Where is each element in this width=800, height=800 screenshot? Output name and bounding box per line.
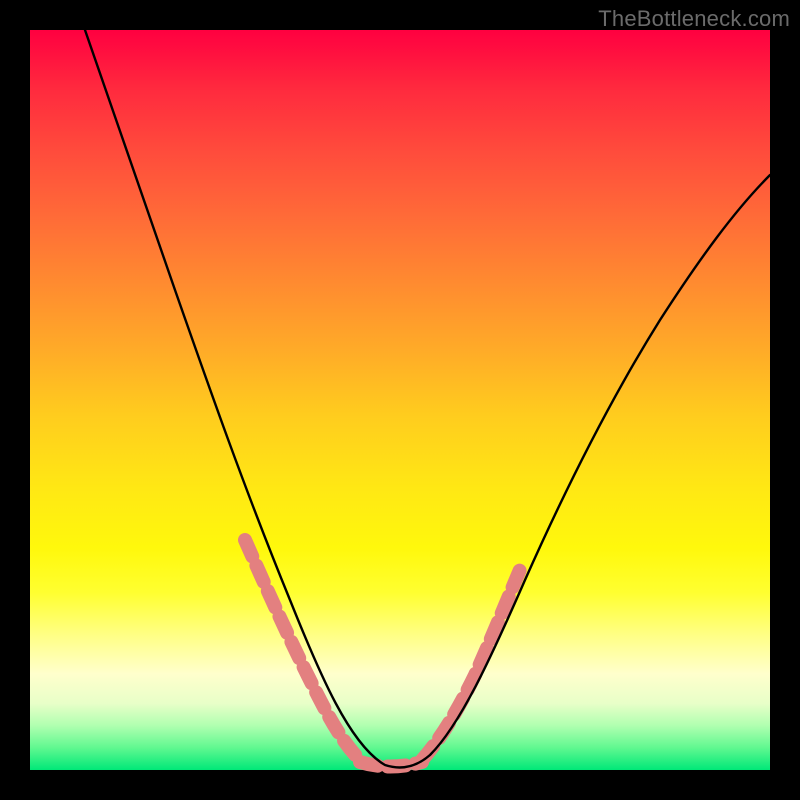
curve-layer	[30, 30, 770, 770]
bottleneck-curve	[85, 30, 770, 768]
outer-frame: TheBottleneck.com	[0, 0, 800, 800]
watermark-text: TheBottleneck.com	[598, 6, 790, 32]
highlight-right	[422, 565, 522, 760]
highlight-left	[245, 540, 360, 760]
